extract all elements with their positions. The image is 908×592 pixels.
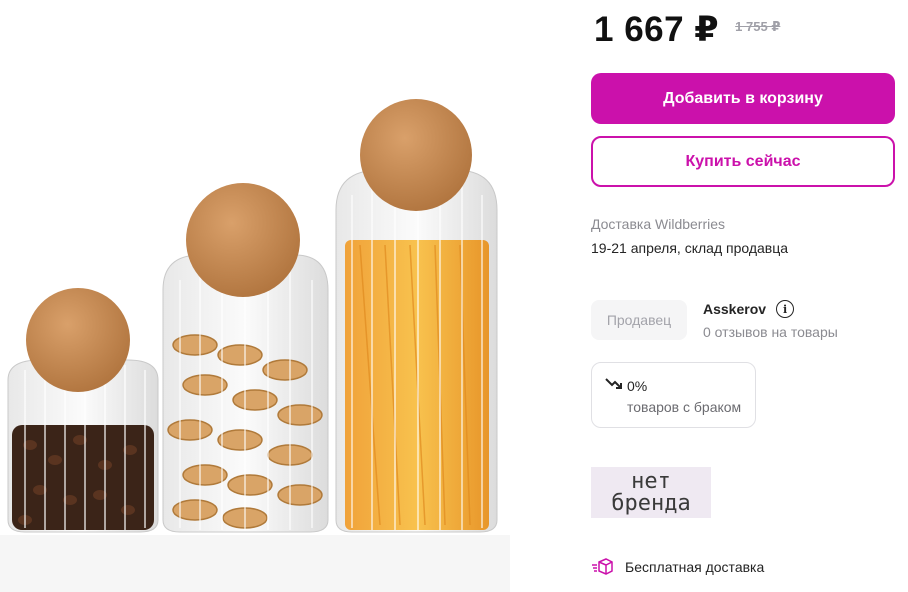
add-to-cart-button[interactable]: Добавить в корзину bbox=[591, 73, 895, 124]
seller-badge: Продавец bbox=[591, 300, 687, 340]
current-price: 1 667 ₽ bbox=[594, 10, 720, 49]
seller-name[interactable]: Asskerov bbox=[703, 301, 766, 317]
brand-logo[interactable]: нет бренда bbox=[591, 467, 711, 518]
buy-now-button[interactable]: Купить сейчас bbox=[591, 136, 895, 187]
trend-down-icon bbox=[605, 378, 622, 389]
delivery-title: Доставка Wildberries bbox=[591, 216, 726, 232]
defect-value: 0% bbox=[627, 378, 648, 394]
price-row: 1 667 ₽ 1 755 ₽ bbox=[594, 10, 780, 50]
old-price: 1 755 ₽ bbox=[735, 19, 781, 34]
delivery-date: 19-21 апреля, склад продавца bbox=[591, 240, 789, 256]
brand-line-2: бренда bbox=[611, 490, 691, 516]
free-delivery: Бесплатная доставка bbox=[591, 558, 764, 576]
defect-rate-card: 0% товаров с браком bbox=[591, 362, 756, 428]
seller-name-row: Asskerov i bbox=[703, 300, 795, 318]
product-image[interactable] bbox=[0, 80, 540, 592]
seller-reviews: 0 отзывов на товары bbox=[703, 324, 838, 340]
medium-jar bbox=[162, 183, 329, 533]
product-sidebar: 1 667 ₽ 1 755 ₽ Добавить в корзину Купит… bbox=[591, 0, 896, 592]
info-icon[interactable]: i bbox=[776, 300, 795, 318]
defect-label: товаров с браком bbox=[627, 399, 742, 415]
small-jar bbox=[7, 288, 159, 533]
tall-jar bbox=[335, 99, 498, 533]
box-delivery-icon bbox=[592, 558, 613, 575]
free-delivery-label: Бесплатная доставка bbox=[625, 559, 765, 575]
brand-line-1: нет bbox=[631, 468, 671, 494]
